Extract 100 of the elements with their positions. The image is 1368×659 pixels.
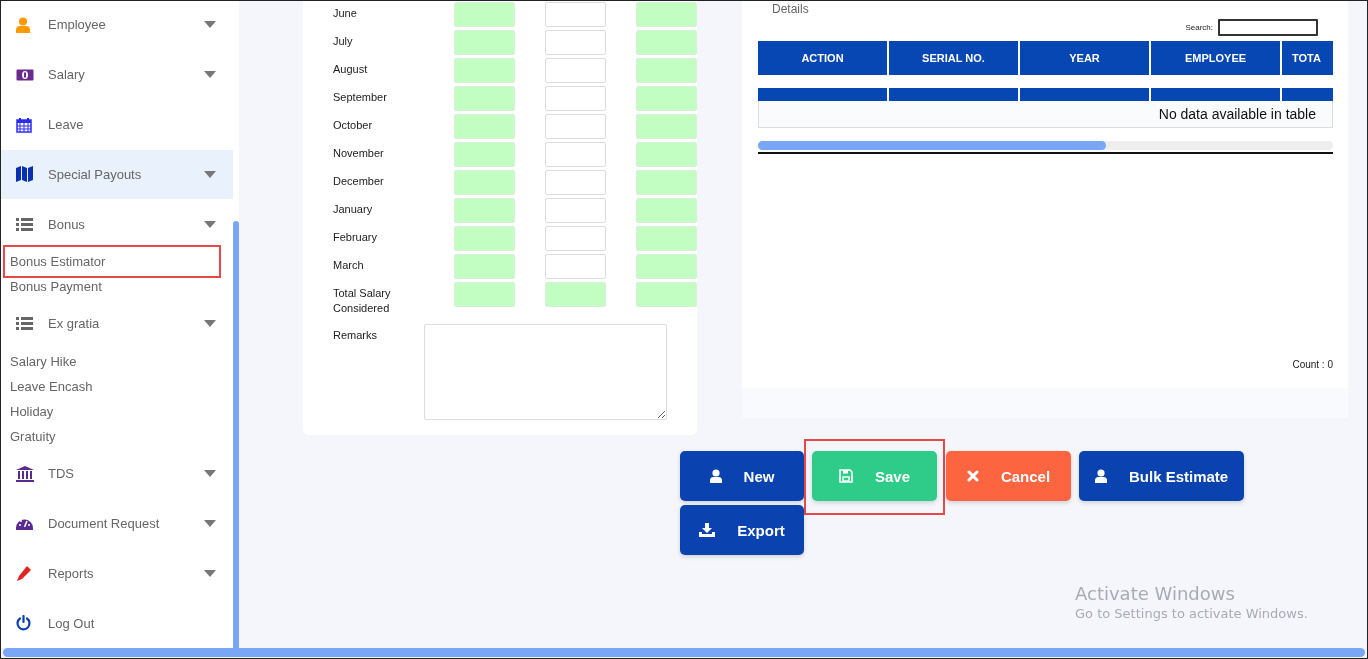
scrollbar[interactable]	[3, 648, 1365, 657]
amount-field[interactable]	[545, 226, 606, 251]
amount-field[interactable]	[636, 30, 697, 55]
amount-field[interactable]	[545, 58, 606, 83]
field-label: September	[333, 90, 388, 105]
amount-field[interactable]	[545, 114, 606, 139]
submenu-link[interactable]: Leave Encash	[1, 373, 233, 399]
field-label: February	[333, 230, 379, 245]
amount-field[interactable]	[454, 30, 515, 55]
amount-field[interactable]	[636, 254, 697, 279]
column-header[interactable]: EMPLOYEE	[1151, 41, 1280, 75]
amount-field[interactable]	[454, 58, 515, 83]
menu-label: Log Out	[48, 615, 96, 631]
amount-field[interactable]	[636, 86, 697, 111]
close-icon	[966, 470, 979, 482]
amount-field[interactable]	[545, 170, 606, 195]
power-icon	[16, 615, 31, 632]
menu-item[interactable]: Employee	[1, 1, 233, 50]
scrollbar-thumb[interactable]	[233, 221, 239, 648]
amount-field[interactable]	[454, 170, 515, 195]
action-button[interactable]: Export	[680, 505, 804, 555]
submenu-link[interactable]: Gratuity	[1, 423, 233, 449]
field-label: Total Salary Considered	[333, 286, 392, 316]
amount-field[interactable]	[636, 114, 697, 139]
scrollbar[interactable]	[758, 141, 1333, 150]
caret-icon	[204, 569, 216, 577]
amount-field[interactable]	[545, 2, 606, 27]
caret-icon	[204, 470, 216, 477]
amount-field[interactable]	[545, 282, 606, 307]
amount-field[interactable]	[545, 198, 606, 223]
remarks-field[interactable]	[424, 324, 667, 420]
caret-icon	[204, 21, 216, 29]
amount-field[interactable]	[454, 226, 515, 251]
field-label: August	[333, 62, 369, 77]
caret-icon	[204, 519, 216, 527]
caret-icon	[204, 320, 216, 328]
amount-field[interactable]	[636, 2, 697, 27]
menu-label: Salary	[48, 67, 86, 83]
amount-field[interactable]	[454, 254, 515, 279]
map-icon	[16, 166, 33, 183]
amount-field[interactable]	[636, 58, 697, 83]
amount-field[interactable]	[636, 198, 697, 223]
caret-icon	[204, 170, 216, 178]
field-label: October	[333, 118, 374, 133]
menu-label: Leave	[48, 117, 85, 133]
amount-field[interactable]	[636, 226, 697, 251]
person-icon	[709, 469, 722, 483]
person-icon	[16, 16, 30, 33]
banknote-icon	[16, 68, 34, 81]
amount-field[interactable]	[545, 86, 606, 111]
amount-field[interactable]	[454, 2, 515, 27]
submenu-link[interactable]: Bonus Payment	[1, 274, 233, 300]
menu-item[interactable]: Reports	[1, 548, 233, 599]
menu-item[interactable]: TDS	[1, 448, 233, 499]
submenu-link[interactable]: Bonus Estimator	[5, 247, 219, 277]
caret-icon	[204, 220, 216, 228]
amount-field[interactable]	[454, 198, 515, 223]
field-label: Remarks	[333, 328, 378, 343]
action-button[interactable]: New	[680, 451, 804, 501]
pencil-icon	[16, 565, 31, 581]
menu-item[interactable]: Special Payouts	[1, 149, 233, 200]
menu-item[interactable]: Log Out	[1, 598, 233, 648]
menu-label: Special Payouts	[48, 166, 143, 182]
column-header[interactable]: SERIAL NO.	[889, 41, 1018, 75]
field-label: January	[333, 202, 374, 217]
amount-field[interactable]	[454, 114, 515, 139]
menu-label: Reports	[48, 565, 95, 581]
menu-item[interactable]: Ex gratia	[1, 299, 233, 349]
list-icon	[16, 217, 33, 231]
search-field[interactable]	[1218, 19, 1318, 36]
search-label: Search:	[1185, 23, 1213, 32]
column-header[interactable]: ACTION	[758, 41, 887, 75]
menu-item[interactable]: Document Request	[1, 498, 233, 549]
amount-field[interactable]	[545, 142, 606, 167]
action-button[interactable]: Bulk Estimate	[1079, 451, 1245, 501]
column-header[interactable]: YEAR	[1020, 41, 1149, 75]
amount-field[interactable]	[636, 142, 697, 167]
person-icon	[1095, 469, 1107, 483]
amount-field[interactable]	[545, 30, 606, 55]
amount-field[interactable]	[454, 142, 515, 167]
column-header[interactable]: TOTA	[1282, 41, 1333, 75]
menu-item[interactable]: Salary	[1, 49, 233, 100]
amount-field[interactable]	[454, 86, 515, 111]
submenu-link[interactable]: Salary Hike	[1, 348, 233, 374]
list-icon	[16, 317, 33, 331]
amount-field[interactable]	[636, 282, 697, 307]
amount-field[interactable]	[454, 282, 515, 307]
menu-label: TDS	[48, 466, 75, 481]
record-count: Count : 0	[1292, 359, 1333, 370]
calendar-icon	[16, 116, 32, 133]
field-label: December	[333, 174, 385, 189]
submenu-link[interactable]: Holiday	[1, 398, 233, 424]
section-title: Details	[772, 2, 809, 16]
notice-text: Go to Settings to activate Windows.	[1075, 606, 1309, 621]
floppy-icon	[838, 469, 853, 483]
menu-item[interactable]: Leave	[1, 99, 233, 150]
menu-item[interactable]: Bonus	[1, 199, 233, 250]
amount-field[interactable]	[636, 170, 697, 195]
amount-field[interactable]	[545, 254, 606, 279]
menu-label: Bonus	[48, 216, 86, 232]
